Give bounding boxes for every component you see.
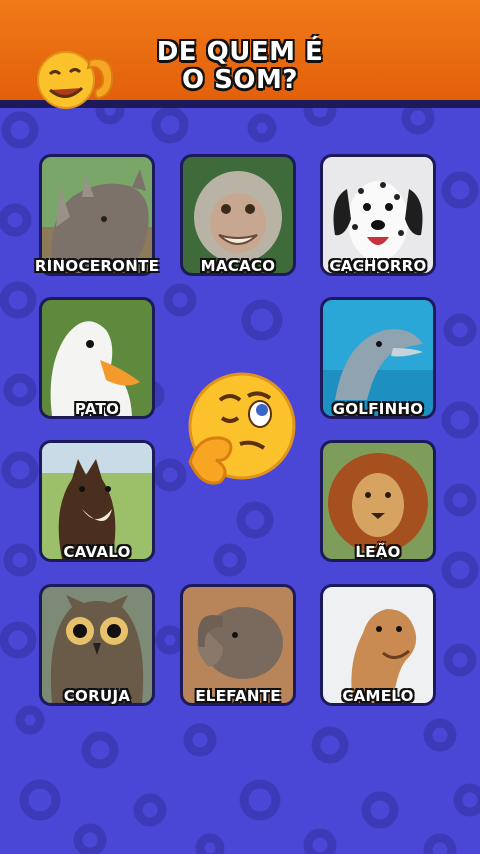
card-monkey[interactable]: MACACO [180, 154, 296, 276]
card-label-dolphin: GOLFINHO [332, 400, 424, 418]
lion-icon [323, 443, 433, 559]
dalmatian-icon [323, 157, 433, 273]
card-label-monkey: MACACO [200, 257, 276, 275]
page-title: DE QUEM É O SOM? [120, 38, 360, 94]
card-elephant[interactable]: ELEFANTE [180, 584, 296, 706]
elephant-icon [183, 587, 293, 703]
thinking-emoji-icon [188, 372, 296, 485]
card-dolphin[interactable]: GOLFINHO [320, 297, 436, 419]
card-label-elephant: ELEFANTE [195, 687, 281, 705]
card-label-duck: PATO [74, 400, 120, 418]
card-label-dog: CACHORRO [329, 257, 427, 275]
camel-icon [323, 587, 433, 703]
card-label-camel: CAMELO [342, 687, 414, 705]
card-label-owl: CORUJA [63, 687, 131, 705]
card-label-lion: LEÃO [355, 543, 401, 561]
dolphin-icon [323, 300, 433, 416]
title-line-2: O SOM? [182, 65, 298, 95]
card-label-horse: CAVALO [63, 543, 131, 561]
owl-icon [42, 587, 152, 703]
card-duck[interactable]: PATO [39, 297, 155, 419]
card-lion[interactable]: LEÃO [320, 440, 436, 562]
card-label-rhino: RINOCERONTE [34, 257, 160, 275]
duck-icon [42, 300, 152, 416]
monkey-icon [183, 157, 293, 273]
rhino-icon [42, 157, 152, 273]
card-horse[interactable]: CAVALO [39, 440, 155, 562]
card-dog[interactable]: CACHORRO [320, 154, 436, 276]
card-camel[interactable]: CAMELO [320, 584, 436, 706]
horse-icon [42, 443, 152, 559]
title-line-1: DE QUEM É [156, 37, 324, 67]
card-rhino[interactable]: RINOCERONTE [35, 154, 159, 276]
listening-emoji-icon [37, 51, 114, 109]
card-owl[interactable]: CORUJA [39, 584, 155, 706]
